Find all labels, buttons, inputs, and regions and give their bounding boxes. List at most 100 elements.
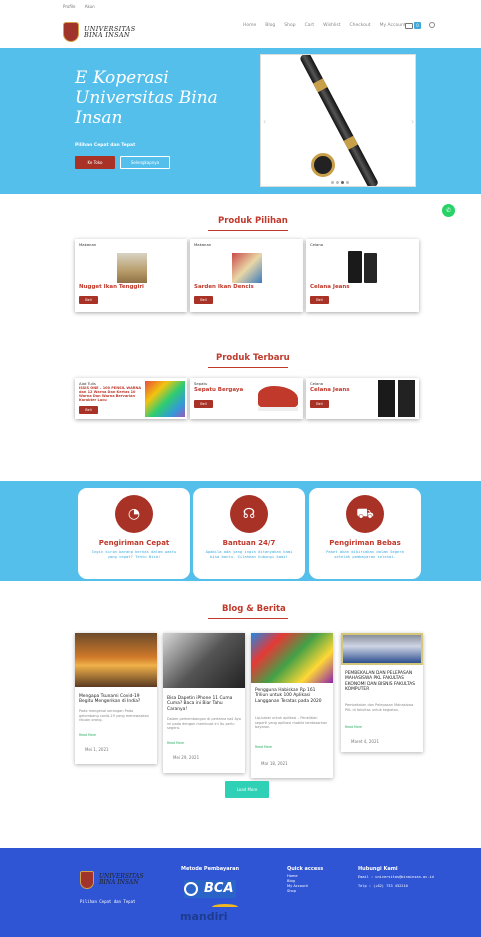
- blog-post-card[interactable]: Pengguna Habiskan Rp 161 Triliun untuk 1…: [251, 633, 333, 778]
- post-image: [251, 633, 333, 683]
- product-category: Celana: [310, 242, 324, 247]
- post-title[interactable]: Pengguna Habiskan Rp 161 Triliun untuk 1…: [255, 688, 329, 704]
- features-band: ◔ Pengiriman Cepat Ingin kirim barang be…: [0, 481, 481, 581]
- latest-title: Produk Terbaru: [216, 353, 290, 363]
- footer-logo[interactable]: UNIVERSITAS BINA INSAN: [80, 871, 144, 889]
- featured-title: Produk Pilihan: [218, 216, 288, 226]
- product-category: Celana: [310, 381, 324, 386]
- post-title[interactable]: Mengapa Tsunami Covid-19 Begitu Mengerik…: [79, 694, 153, 705]
- menu-wishlist[interactable]: Wishlist: [323, 23, 340, 28]
- slider-next-icon[interactable]: ›: [411, 117, 414, 126]
- blog-post-card[interactable]: Mengapa Tsunami Covid-19 Begitu Mengerik…: [75, 633, 157, 764]
- product-image: [378, 380, 395, 417]
- product-name: Sarden Ikan Dencis: [194, 284, 254, 290]
- post-excerpt: Pada mengenai serangan Pada gelombang co…: [79, 709, 149, 722]
- post-title[interactable]: PEMBEKALAN DAN PELEPASAN MAHASISWA PKL F…: [345, 671, 419, 693]
- post-excerpt: Pembekalan dan Pelepasan Mahasiswa PKL d…: [345, 703, 414, 712]
- pen-cap-image: [311, 153, 335, 177]
- site-logo[interactable]: UNIVERSITAS BINA INSAN: [63, 22, 136, 42]
- crest-icon: [63, 22, 79, 42]
- buy-button[interactable]: Beli: [194, 296, 213, 304]
- bca-icon: [184, 882, 198, 896]
- read-more-link[interactable]: Read More: [167, 741, 184, 745]
- featured-underline: [208, 230, 288, 231]
- blog-post-card[interactable]: PEMBEKALAN DAN PELEPASAN MAHASISWA PKL F…: [341, 633, 423, 752]
- feature-title: Bantuan 24/7: [222, 539, 276, 547]
- buy-button[interactable]: Beli: [79, 296, 98, 304]
- post-image: [75, 633, 157, 687]
- product-card[interactable]: Celana Celana Jeans Beli: [306, 378, 419, 419]
- read-more-link[interactable]: Read More: [255, 745, 272, 749]
- buy-button[interactable]: Beli: [79, 406, 98, 414]
- product-card[interactable]: Sepatu Sepatu Bergaya Beli: [190, 378, 303, 419]
- speedometer-icon: ◔: [115, 495, 153, 533]
- menu-cart[interactable]: Cart: [305, 23, 315, 28]
- buy-button[interactable]: Beli: [310, 296, 329, 304]
- product-category: Sepatu: [194, 381, 208, 386]
- read-more-link[interactable]: Read More: [79, 733, 96, 737]
- contact-email[interactable]: Email : universitas@binainsan.ac.id: [358, 875, 444, 880]
- post-date: Mar 18, 2021: [261, 761, 288, 766]
- feature-title: Pengiriman Cepat: [98, 539, 170, 547]
- load-more-button[interactable]: Load More: [225, 781, 269, 798]
- hero-subtitle: Pilihan Cepat dan Tepat: [75, 143, 136, 148]
- product-name: Sepatu Bergaya: [194, 387, 244, 393]
- topbar-link-akun[interactable]: Akun: [85, 4, 95, 9]
- product-image: [145, 381, 185, 417]
- footer-logo-text: UNIVERSITAS BINA INSAN: [99, 873, 144, 887]
- product-card[interactable]: Celana Celana Jeans Beli: [306, 239, 419, 312]
- payment-title: Metode Pembayaran: [181, 866, 240, 872]
- mandiri-logo: mandiri: [180, 910, 228, 923]
- contact-phone[interactable]: Telp : (+62) 733 452210: [358, 884, 444, 889]
- menu-blog[interactable]: Blog: [265, 23, 275, 28]
- blog-title: Blog & Berita: [222, 604, 286, 614]
- feature-desc: Apabila ada yang ingin ditanyakan kami b…: [205, 549, 293, 559]
- hero-title: E Koperasi Universitas Bina Insan: [75, 68, 218, 128]
- product-image: [398, 380, 415, 417]
- menu-home[interactable]: Home: [243, 23, 256, 28]
- product-card[interactable]: Makanan Nugget Ikan Tenggiri Beli: [75, 239, 187, 312]
- product-name: Nugget Ikan Tenggiri: [79, 284, 144, 290]
- feature-desc: Ingin kirim barang berkas dalam waktu ya…: [91, 549, 177, 559]
- contact-title: Hubungi Kami: [358, 866, 398, 872]
- product-image: [348, 251, 362, 283]
- post-excerpt: Dalam perkembangan di pertama kali Ayo i…: [167, 717, 241, 730]
- topbar-link-profile[interactable]: Profile: [63, 4, 75, 9]
- product-name: Celana Jeans: [310, 284, 350, 290]
- logo-line-2: BINA INSAN: [84, 31, 130, 39]
- post-date: Mei 1, 2021: [85, 747, 109, 752]
- slider-prev-icon[interactable]: ‹: [263, 117, 266, 126]
- shop-button[interactable]: Ke Toko: [75, 156, 115, 169]
- post-title[interactable]: Bisa Dapetin iPhone 11 Cuma Cuma? Baca i…: [167, 696, 241, 712]
- product-card[interactable]: Makanan Sarden Ikan Dencis Beli: [190, 239, 303, 312]
- top-bar: Profile Akun: [0, 0, 481, 14]
- logo-text: UNIVERSITAS BINA INSAN: [84, 25, 136, 39]
- navbar: UNIVERSITAS BINA INSAN Home Blog Shop Ca…: [0, 16, 481, 48]
- post-excerpt: Lip-kabel untuk aplikasi – Penelitian se…: [255, 716, 328, 729]
- footer-logo-line-2: BINA INSAN: [99, 879, 139, 886]
- product-card[interactable]: Alat Tulis ISSIS ONE – 100 PENSIL WARNA …: [75, 378, 187, 419]
- slider-dots[interactable]: [331, 181, 351, 184]
- menu-my-account[interactable]: My Account: [380, 23, 406, 28]
- menu-checkout[interactable]: Checkout: [350, 23, 371, 28]
- cart-icon[interactable]: [405, 23, 413, 29]
- hero-banner: E Koperasi Universitas Bina Insan Piliha…: [0, 48, 481, 194]
- main-menu: Home Blog Shop Cart Wishlist Checkout My…: [243, 23, 415, 28]
- whatsapp-icon[interactable]: ✆: [442, 204, 455, 217]
- post-image: [341, 633, 423, 665]
- post-date: Mei 29, 2021: [173, 755, 200, 760]
- product-category: Makanan: [79, 242, 97, 247]
- buy-button[interactable]: Beli: [194, 400, 213, 408]
- blog-underline: [208, 618, 288, 619]
- footer-link-shop[interactable]: Shop: [287, 889, 308, 894]
- more-button[interactable]: Selengkapnya: [120, 156, 170, 169]
- buy-button[interactable]: Beli: [310, 400, 329, 408]
- product-image: [232, 253, 262, 283]
- product-name: Celana Jeans: [310, 387, 350, 393]
- menu-shop[interactable]: Shop: [284, 23, 295, 28]
- product-category: Makanan: [194, 242, 212, 247]
- hero-slider[interactable]: ‹ ›: [260, 54, 416, 187]
- read-more-link[interactable]: Read More: [345, 725, 362, 729]
- search-icon[interactable]: [429, 22, 435, 28]
- blog-post-card[interactable]: Bisa Dapetin iPhone 11 Cuma Cuma? Baca i…: [163, 633, 245, 773]
